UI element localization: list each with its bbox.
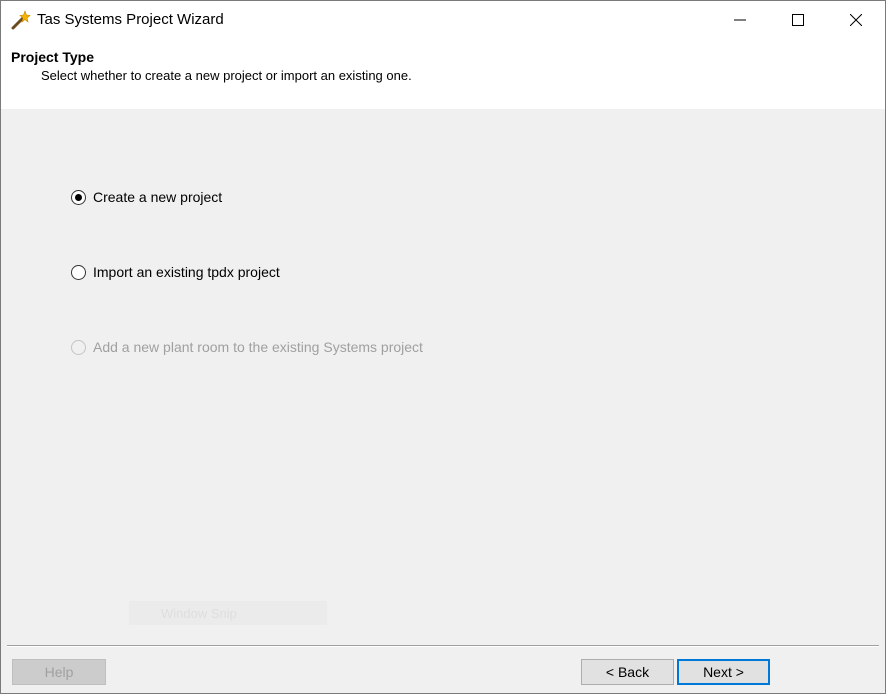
option-create-new-project[interactable]: Create a new project: [71, 189, 222, 205]
option-label: Create a new project: [93, 189, 223, 205]
minimize-icon: [734, 19, 746, 21]
next-button[interactable]: Next >: [677, 659, 770, 685]
close-icon: [850, 14, 862, 26]
radio-button[interactable]: [71, 264, 86, 280]
title-bar[interactable]: Tas Systems Project Wizard: [1, 1, 885, 39]
magic-wand-icon: [11, 10, 31, 30]
radio-button: [71, 339, 86, 355]
wizard-header: Project Type Select whether to create a …: [1, 39, 885, 109]
window-title: Tas Systems Project Wizard: [37, 11, 224, 28]
ghost-overlay-text: Window Snip: [129, 601, 327, 625]
help-button: Help: [12, 659, 106, 685]
maximize-button[interactable]: [769, 1, 827, 39]
close-button[interactable]: [827, 1, 885, 39]
radio-button[interactable]: [71, 189, 86, 205]
wizard-content: Create a new project Import an existing …: [1, 109, 885, 645]
option-label: Add a new plant room to the existing Sys…: [93, 339, 423, 355]
minimize-button[interactable]: [711, 1, 769, 39]
option-add-plant-room: Add a new plant room to the existing Sys…: [71, 339, 423, 355]
maximize-icon: [792, 14, 804, 26]
page-subtitle: Select whether to create a new project o…: [41, 68, 412, 83]
back-button[interactable]: < Back: [581, 659, 674, 685]
option-label: Import an existing tpdx project: [93, 264, 280, 280]
footer-divider: [7, 645, 879, 647]
wizard-window: Tas Systems Project Wizard Project Type …: [0, 0, 886, 694]
option-import-tpdx-project[interactable]: Import an existing tpdx project: [71, 264, 280, 280]
page-title: Project Type: [11, 49, 94, 65]
